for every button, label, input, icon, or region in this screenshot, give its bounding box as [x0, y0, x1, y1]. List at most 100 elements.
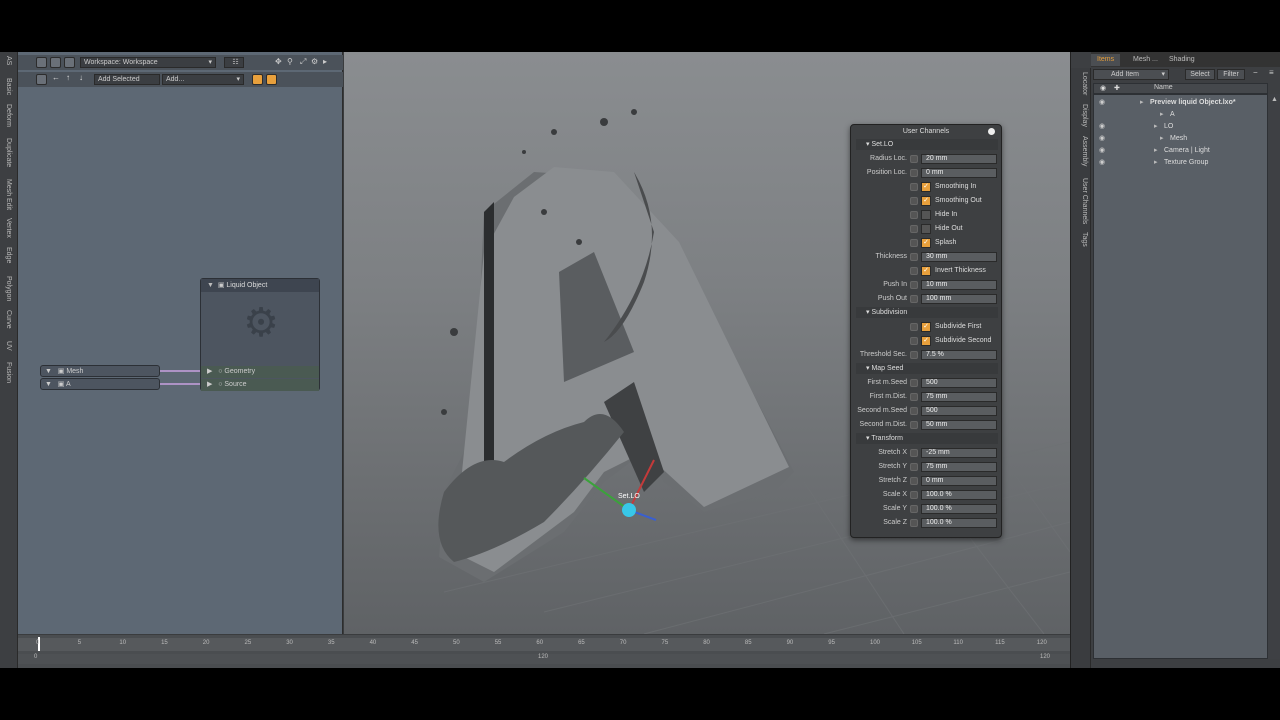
keyframe-dot-icon[interactable] [910, 323, 918, 331]
tab-mesh-[interactable]: Mesh ... [1127, 54, 1164, 66]
channel-value-field[interactable]: -25 mm [921, 448, 997, 458]
keyframe-dot-icon[interactable] [910, 407, 918, 415]
tree-row[interactable]: ▸ A [1094, 109, 1269, 121]
keyframe-dot-icon[interactable] [910, 295, 918, 303]
keyframe-dot-icon[interactable] [910, 505, 918, 513]
keyframe-dot-icon[interactable] [910, 197, 918, 205]
eye-icon[interactable]: ◉ [1099, 97, 1105, 109]
vtab-user-channels[interactable]: User Channels [1074, 178, 1088, 224]
vtab-locator[interactable]: Locator [1074, 72, 1088, 95]
keyframe-dot-icon[interactable] [910, 225, 918, 233]
tree-row[interactable]: ◉ ▸ Camera | Light [1094, 145, 1269, 157]
channel-value-field[interactable]: 50 mm [921, 420, 997, 430]
left-tab-deform[interactable]: Deform [1, 104, 16, 127]
keyframe-dot-icon[interactable] [910, 477, 918, 485]
checkbox[interactable]: ✓ [921, 238, 931, 248]
channel-row-stretch-x: Stretch X -25 mm [851, 447, 1003, 459]
tree-row[interactable]: ◉ ▸ Texture Group [1094, 157, 1269, 169]
vtab-display[interactable]: Display [1074, 104, 1088, 127]
tree-row[interactable]: ◉ ▸ Preview liquid Object.lxo* [1094, 97, 1269, 109]
eye-icon[interactable]: ◉ [1099, 121, 1105, 133]
range-start: 0 [34, 654, 38, 660]
add-item-dropdown[interactable]: Add Item ▾ [1093, 69, 1169, 80]
left-tab-polygon[interactable]: Polygon [1, 276, 16, 301]
eye-icon[interactable]: ◉ [1099, 145, 1105, 157]
timeline[interactable]: 0 120 120 0 5 10 15 20 25 30 35 40 45 50 55 60 65 70 75… [18, 635, 1070, 668]
expand-icon[interactable]: ▸ [1160, 133, 1164, 145]
left-tab-curve[interactable]: Curve [1, 310, 16, 329]
channel-value-field[interactable]: 30 mm [921, 252, 997, 262]
channel-value-field[interactable]: 75 mm [921, 462, 997, 472]
tab-shading[interactable]: Shading [1163, 54, 1201, 66]
keyframe-dot-icon[interactable] [910, 169, 918, 177]
checkbox[interactable] [921, 210, 931, 220]
left-tab-duplicate[interactable]: Duplicate [1, 138, 16, 167]
tree-scrollbar[interactable]: ▲ [1268, 94, 1280, 659]
keyframe-dot-icon[interactable] [910, 155, 918, 163]
keyframe-dot-icon[interactable] [910, 211, 918, 219]
checkbox[interactable]: ✓ [921, 196, 931, 206]
filter-button[interactable]: Filter [1217, 69, 1245, 80]
keyframe-dot-icon[interactable] [910, 253, 918, 261]
checkbox[interactable]: ✓ [921, 322, 931, 332]
left-tab-fusion[interactable]: Fusion [1, 362, 16, 383]
channel-value-field[interactable]: 100 mm [921, 294, 997, 304]
channel-value-field[interactable]: 0 mm [921, 168, 997, 178]
channel-value-field[interactable]: 10 mm [921, 280, 997, 290]
left-tab-edge[interactable]: Edge [1, 247, 16, 263]
expand-icon[interactable]: ▸ [1160, 109, 1164, 121]
channel-value-field[interactable]: 100.0 % [921, 490, 997, 500]
keyframe-dot-icon[interactable] [910, 379, 918, 387]
keyframe-dot-icon[interactable] [910, 491, 918, 499]
menu-icon[interactable]: ≡ [1269, 68, 1274, 77]
left-tab-mesh-edit[interactable]: Mesh Edit [1, 179, 16, 210]
expand-icon[interactable]: ▸ [1140, 97, 1144, 109]
channel-value-field[interactable]: 100.0 % [921, 518, 997, 528]
left-tab-as[interactable]: AS [1, 56, 16, 65]
keyframe-dot-icon[interactable] [910, 351, 918, 359]
checkbox[interactable] [921, 224, 931, 234]
keyframe-dot-icon[interactable] [910, 421, 918, 429]
channel-value-field[interactable]: 20 mm [921, 154, 997, 164]
keyframe-dot-icon[interactable] [910, 267, 918, 275]
keyframe-dot-icon[interactable] [910, 449, 918, 457]
eye-icon[interactable]: ◉ [1099, 133, 1105, 145]
channel-value-field[interactable]: 500 [921, 406, 997, 416]
channel-value-field[interactable]: 75 mm [921, 392, 997, 402]
left-tab-uv[interactable]: UV [1, 341, 16, 351]
select-button[interactable]: Select [1185, 69, 1215, 80]
section-map-seed[interactable]: ▾ Map Seed [856, 363, 998, 374]
keyframe-dot-icon[interactable] [910, 463, 918, 471]
channel-value-field[interactable]: 500 [921, 378, 997, 388]
3d-viewport[interactable]: Set.LO User Channels ▾ Set.LO Radius Loc.… [344, 52, 1070, 634]
vtab-tags[interactable]: Tags [1074, 232, 1088, 247]
channel-value-field[interactable]: 7.5 % [921, 350, 997, 360]
collapse-icon[interactable]: − [1253, 68, 1258, 77]
left-tab-basic[interactable]: Basic [1, 78, 16, 95]
section-subdivision[interactable]: ▾ Subdivision [856, 307, 998, 318]
expand-icon[interactable]: ▸ [1154, 145, 1158, 157]
tab-items[interactable]: Items [1091, 54, 1121, 66]
tree-row[interactable]: ◉ ▸ LO [1094, 121, 1269, 133]
keyframe-dot-icon[interactable] [910, 393, 918, 401]
keyframe-dot-icon[interactable] [910, 183, 918, 191]
vtab-assembly[interactable]: Assembly [1074, 136, 1088, 166]
channel-value-field[interactable]: 0 mm [921, 476, 997, 486]
checkbox[interactable]: ✓ [921, 182, 931, 192]
expand-icon[interactable]: ▸ [1154, 157, 1158, 169]
expand-icon[interactable]: ▸ [1154, 121, 1158, 133]
keyframe-dot-icon[interactable] [910, 337, 918, 345]
keyframe-dot-icon[interactable] [910, 519, 918, 527]
checkbox[interactable]: ✓ [921, 336, 931, 346]
section-set-lo[interactable]: ▾ Set.LO [856, 139, 998, 150]
left-tab-vertex[interactable]: Vertex [1, 218, 16, 238]
section-transform[interactable]: ▾ Transform [856, 433, 998, 444]
keyframe-dot-icon[interactable] [910, 281, 918, 289]
keyframe-dot-icon[interactable] [910, 239, 918, 247]
close-dot-icon[interactable] [988, 128, 995, 135]
tree-row[interactable]: ◉ ▸ Mesh [1094, 133, 1269, 145]
eye-icon[interactable]: ◉ [1099, 157, 1105, 169]
channel-value-field[interactable]: 100.0 % [921, 504, 997, 514]
checkbox[interactable]: ✓ [921, 266, 931, 276]
name-column-header[interactable]: Name [1154, 84, 1173, 91]
